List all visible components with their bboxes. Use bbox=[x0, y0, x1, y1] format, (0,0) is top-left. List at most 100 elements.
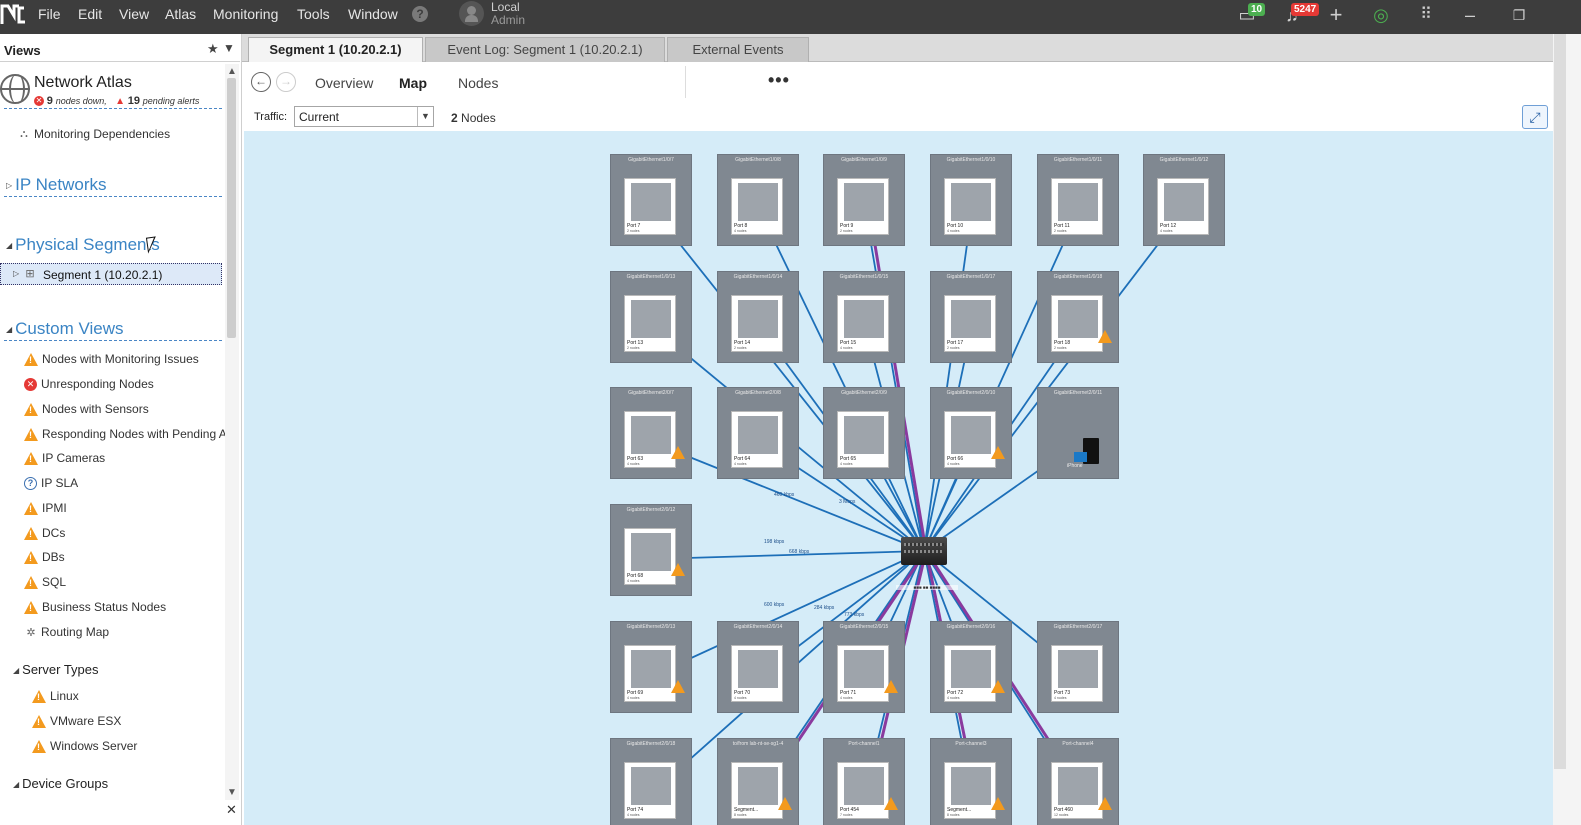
port-tile[interactable]: Port-channel1 Port 454 7 nodes bbox=[823, 738, 905, 825]
port-tile[interactable]: GigabitEthernet2/0/16 Port 72 4 nodes bbox=[930, 621, 1012, 713]
back-arrow-icon[interactable]: ← bbox=[251, 72, 271, 92]
custom-view-item[interactable]: Business Status Nodes bbox=[24, 600, 166, 615]
filter-icon[interactable]: ▼ bbox=[223, 41, 235, 55]
menu-edit[interactable]: Edit bbox=[78, 0, 102, 28]
port-tile[interactable]: GigabitEthernet1/0/11 Port 11 2 nodes bbox=[1037, 154, 1119, 246]
expand-arrow-icon[interactable]: ▷ bbox=[13, 269, 19, 278]
apps-grid-icon[interactable]: ⠿ bbox=[1414, 4, 1438, 26]
device-groups-group[interactable]: ◢ Device Groups bbox=[13, 776, 108, 791]
views-scrollbar[interactable]: ▲ ▼ bbox=[225, 64, 239, 800]
tab-nodes[interactable]: Nodes bbox=[458, 75, 498, 91]
port-tile[interactable]: GigabitEthernet2/0/10 Port 66 4 nodes bbox=[930, 387, 1012, 479]
network-link[interactable] bbox=[864, 208, 925, 552]
port-tile[interactable]: GigabitEthernet1/0/10 Port 10 4 nodes bbox=[930, 154, 1012, 246]
port-tile[interactable]: GigabitEthernet1/0/15 Port 15 4 nodes bbox=[823, 271, 905, 363]
expand-arrow-icon[interactable]: ▷ bbox=[6, 181, 12, 190]
server-type-item[interactable]: Linux bbox=[32, 689, 79, 704]
network-link[interactable] bbox=[651, 208, 925, 552]
network-atlas-title[interactable]: Network Atlas bbox=[34, 74, 132, 92]
user-avatar-icon[interactable] bbox=[459, 1, 484, 26]
port-tile[interactable]: GigabitEthernet2/0/13 Port 69 4 nodes bbox=[610, 621, 692, 713]
switch-node-icon[interactable] bbox=[901, 537, 947, 565]
port-tile[interactable]: GigabitEthernet1/0/7 Port 72 nodes bbox=[610, 154, 692, 246]
port-tile[interactable]: GigabitEthernet1/0/17 Port 17 2 nodes bbox=[930, 271, 1012, 363]
port-tile[interactable]: GigabitEthernet2/0/12 Port 68 4 nodes bbox=[610, 504, 692, 596]
favorites-star-icon[interactable]: ★ bbox=[207, 41, 219, 57]
fit-to-window-button[interactable]: ⤢ bbox=[1522, 105, 1548, 129]
port-tile[interactable]: to/from lab-nt-se-sg1-4 Segment... 8 nodes bbox=[717, 738, 799, 825]
restore-icon[interactable]: ❐ bbox=[1507, 4, 1531, 26]
network-map[interactable]: 198 kbps 668 kbps 460 kbps 3 Mbps 600 kbps 28… bbox=[244, 131, 1553, 825]
scroll-down-icon[interactable]: ▼ bbox=[227, 787, 237, 798]
port-tile[interactable]: GigabitEthernet1/0/12 Port 12 4 nodes bbox=[1143, 154, 1225, 246]
collapse-arrow-icon[interactable]: ◢ bbox=[13, 666, 19, 675]
app-logo-icon[interactable] bbox=[0, 2, 26, 28]
custom-view-item[interactable]: Responding Nodes with Pending A bbox=[24, 427, 227, 442]
tab-segment-1[interactable]: Segment 1 (10.20.2.1) bbox=[248, 37, 423, 62]
tab-map[interactable]: Map bbox=[399, 75, 427, 91]
server-type-item[interactable]: VMware ESX bbox=[32, 714, 121, 729]
network-link[interactable] bbox=[651, 550, 925, 560]
more-options-button[interactable]: ••• bbox=[768, 70, 790, 91]
server-type-item[interactable]: Windows Server bbox=[32, 739, 137, 754]
port-tile[interactable]: Port-channel4 Port 460 12 nodes bbox=[1037, 738, 1119, 825]
minimize-icon[interactable]: – bbox=[1458, 4, 1482, 26]
add-icon[interactable]: + bbox=[1324, 4, 1348, 26]
collapse-arrow-icon[interactable]: ◢ bbox=[13, 780, 19, 789]
port-tile[interactable]: Port-channel3 Segment... 8 nodes bbox=[930, 738, 1012, 825]
custom-view-item[interactable]: DCs bbox=[24, 526, 65, 541]
menu-monitoring[interactable]: Monitoring bbox=[213, 0, 278, 28]
server-port-tile[interactable]: GigabitEthernet2/0/11 iPhone bbox=[1037, 387, 1119, 479]
port-tile[interactable]: GigabitEthernet2/0/15 Port 71 4 nodes bbox=[823, 621, 905, 713]
collapse-arrow-icon[interactable]: ◢ bbox=[6, 325, 12, 334]
port-tile[interactable]: GigabitEthernet1/0/18 Port 18 2 nodes bbox=[1037, 271, 1119, 363]
monitoring-dependencies-item[interactable]: ⛬ Monitoring Dependencies bbox=[17, 127, 170, 141]
segment-1-item[interactable]: ▷ ⊞ Segment 1 (10.20.2.1) bbox=[0, 263, 222, 285]
port-tile[interactable]: GigabitEthernet1/0/9 Port 92 nodes bbox=[823, 154, 905, 246]
custom-view-item[interactable]: IPMI bbox=[24, 501, 67, 516]
custom-view-item[interactable]: ? IP SLA bbox=[24, 476, 78, 491]
tab-overview[interactable]: Overview bbox=[315, 75, 373, 91]
custom-view-item[interactable]: DBs bbox=[24, 550, 65, 565]
menu-atlas[interactable]: Atlas bbox=[165, 0, 196, 28]
port-tile[interactable]: GigabitEthernet1/0/14 Port 14 2 nodes bbox=[717, 271, 799, 363]
scroll-thumb[interactable] bbox=[227, 78, 236, 338]
port-tile[interactable]: GigabitEthernet2/0/17 Port 73 4 nodes bbox=[1037, 621, 1119, 713]
help-icon[interactable]: ? bbox=[412, 6, 428, 22]
scroll-up-icon[interactable]: ▲ bbox=[227, 66, 237, 77]
server-types-group[interactable]: ◢ Server Types bbox=[13, 662, 99, 677]
custom-view-item[interactable]: Nodes with Monitoring Issues bbox=[24, 352, 199, 367]
menu-window[interactable]: Window bbox=[348, 0, 398, 28]
chevron-down-icon[interactable]: ▼ bbox=[417, 107, 433, 126]
custom-views-section[interactable]: ◢ Custom Views bbox=[6, 319, 124, 339]
port-tile[interactable]: GigabitEthernet1/0/13 Port 13 2 nodes bbox=[610, 271, 692, 363]
menu-view[interactable]: View bbox=[119, 0, 149, 28]
network-link[interactable] bbox=[923, 208, 1186, 552]
custom-view-item[interactable]: SQL bbox=[24, 575, 66, 590]
port-tile[interactable]: GigabitEthernet2/0/9 Port 65 4 nodes bbox=[823, 387, 905, 479]
custom-view-item[interactable]: ✲ Routing Map bbox=[24, 625, 109, 639]
menu-tools[interactable]: Tools bbox=[297, 0, 330, 28]
port-tile[interactable]: GigabitEthernet2/0/8 Port 64 4 nodes bbox=[717, 387, 799, 479]
close-panel-icon[interactable]: ✕ bbox=[226, 802, 237, 818]
port-tile[interactable]: GigabitEthernet2/0/7 Port 63 4 nodes bbox=[610, 387, 692, 479]
port-tile[interactable]: GigabitEthernet2/0/14 Port 70 4 nodes bbox=[717, 621, 799, 713]
physical-segments-section[interactable]: ◢ Physical Segments bbox=[6, 235, 160, 255]
tab-event-log[interactable]: Event Log: Segment 1 (10.20.2.1) bbox=[425, 37, 665, 62]
custom-view-item[interactable]: Nodes with Sensors bbox=[24, 402, 149, 417]
tab-external-events[interactable]: External Events bbox=[667, 37, 809, 62]
collapse-arrow-icon[interactable]: ◢ bbox=[6, 241, 12, 250]
port-tile[interactable]: GigabitEthernet1/0/8 Port 84 nodes bbox=[717, 154, 799, 246]
ip-networks-section[interactable]: ▷ IP Networks bbox=[6, 175, 106, 195]
network-link-heavy[interactable] bbox=[867, 208, 928, 552]
custom-view-item[interactable]: ✕ Unresponding Nodes bbox=[24, 377, 154, 392]
port-card: Port 13 2 nodes bbox=[624, 295, 676, 352]
traffic-select[interactable]: Current ▼ bbox=[294, 106, 434, 127]
node-count-value: 2 bbox=[451, 111, 458, 125]
map-scrollbar[interactable] bbox=[1553, 34, 1581, 825]
port-tile[interactable]: GigabitEthernet2/0/18 Port 74 4 nodes bbox=[610, 738, 692, 825]
forward-arrow-icon[interactable]: → bbox=[276, 72, 296, 92]
status-search-icon[interactable]: ◎ bbox=[1369, 4, 1393, 26]
menu-file[interactable]: File bbox=[38, 0, 61, 28]
custom-view-item[interactable]: IP Cameras bbox=[24, 451, 105, 466]
